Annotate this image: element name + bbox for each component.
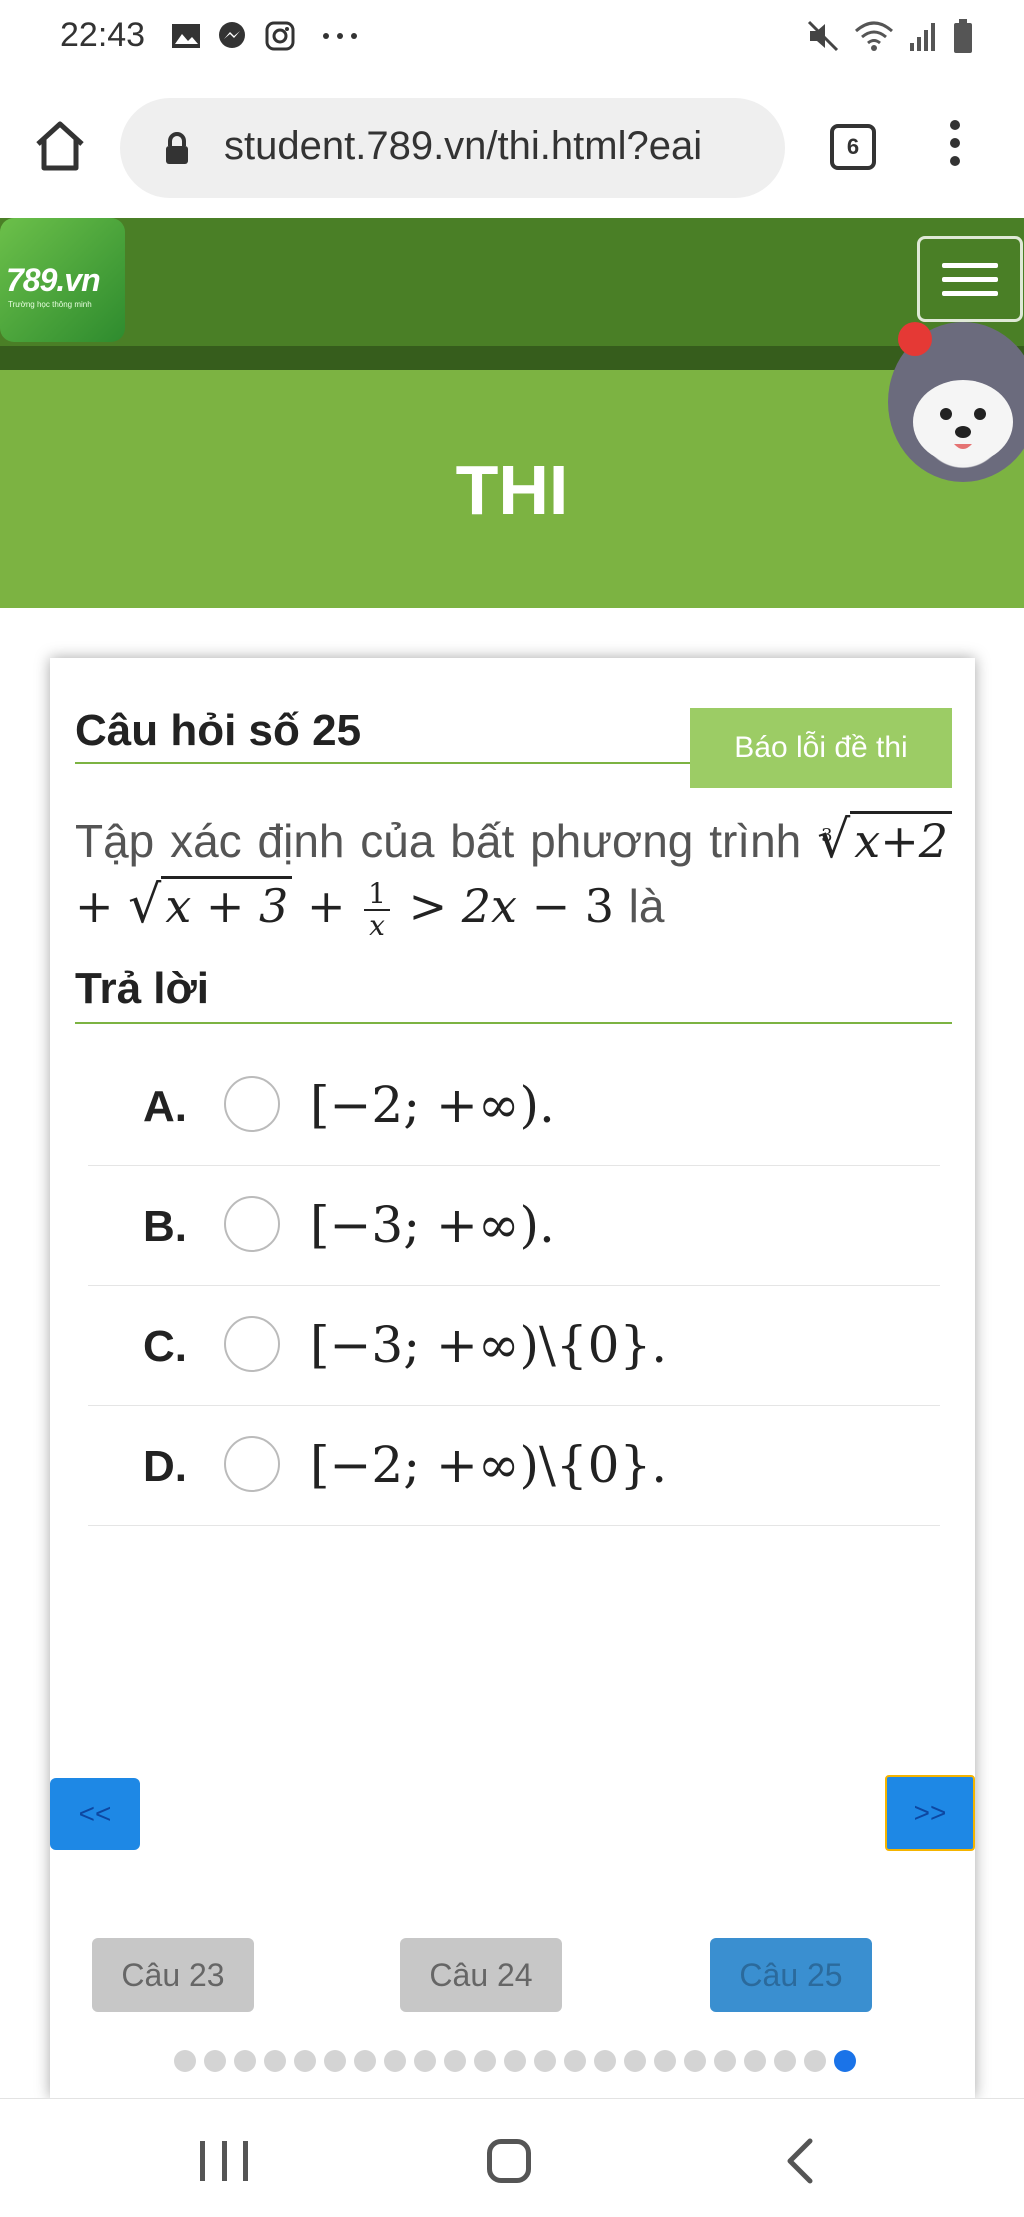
carousel-dot[interactable]: [444, 2050, 466, 2072]
question-chip-25[interactable]: Câu 25: [710, 1938, 872, 2012]
messenger-icon: [219, 22, 245, 48]
carousel-dot[interactable]: [684, 2050, 706, 2072]
title-divider: [75, 762, 715, 764]
next-question-button[interactable]: >>: [885, 1775, 975, 1851]
carousel-dot[interactable]: [654, 2050, 676, 2072]
option-letter: D.: [143, 1442, 187, 1491]
question-number: Câu hỏi số 25: [75, 706, 362, 755]
question-suffix: là: [628, 880, 665, 932]
image-icon: [172, 24, 200, 48]
carousel-dot[interactable]: [294, 2050, 316, 2072]
system-nav-bar: [0, 2098, 1024, 2217]
carousel-dot[interactable]: [624, 2050, 646, 2072]
question-card: Câu hỏi số 25 Báo lỗi đề thi Tập xác địn…: [50, 658, 975, 2098]
carousel-dot[interactable]: [504, 2050, 526, 2072]
site-logo[interactable]: 789.vn Trường học thông minh: [0, 218, 125, 342]
option-letter: B.: [143, 1202, 187, 1251]
url-text: student.789.vn/thi.html?eai: [224, 124, 703, 168]
carousel-dot[interactable]: [204, 2050, 226, 2072]
more-dots-icon: [323, 33, 357, 39]
answer-heading: Trả lời: [75, 964, 209, 1013]
carousel-dot[interactable]: [384, 2050, 406, 2072]
option-c[interactable]: C. [−3; +∞)\{0}.: [88, 1286, 940, 1406]
carousel-dot[interactable]: [564, 2050, 586, 2072]
option-text: [−3; +∞).: [310, 1196, 555, 1254]
mute-icon: [807, 20, 839, 52]
home-button[interactable]: [32, 118, 88, 174]
option-c-radio[interactable]: [224, 1316, 280, 1372]
carousel-dot[interactable]: [324, 2050, 346, 2072]
option-text: [−2; +∞).: [310, 1076, 555, 1134]
option-b[interactable]: B. [−3; +∞).: [88, 1166, 940, 1286]
option-a-radio[interactable]: [224, 1076, 280, 1132]
carousel-dot[interactable]: [834, 2050, 856, 2072]
question-chip-24[interactable]: Câu 24: [400, 1938, 562, 2012]
page-banner: THI: [0, 370, 1024, 608]
carousel-dot[interactable]: [234, 2050, 256, 2072]
site-header: [0, 218, 1024, 346]
page-title: THI: [455, 451, 569, 529]
option-d[interactable]: D. [−2; +∞)\{0}.: [88, 1406, 940, 1526]
logo-text: 789.vn: [6, 262, 101, 298]
report-error-button[interactable]: Báo lỗi đề thi: [690, 708, 952, 788]
recents-button[interactable]: [200, 2141, 248, 2181]
header-stripe: [0, 346, 1024, 370]
question-chip-23[interactable]: Câu 23: [92, 1938, 254, 2012]
status-time: 22:43: [60, 16, 146, 54]
hamburger-menu-button[interactable]: [917, 236, 1023, 322]
carousel-dot[interactable]: [744, 2050, 766, 2072]
carousel-dot[interactable]: [714, 2050, 736, 2072]
back-button[interactable]: [780, 2137, 820, 2185]
browser-menu-button[interactable]: [940, 116, 970, 176]
instagram-icon: [265, 21, 295, 51]
tabs-button[interactable]: 6: [830, 124, 876, 170]
option-letter: A.: [143, 1082, 187, 1131]
option-text: [−3; +∞)\{0}.: [310, 1316, 668, 1374]
browser-bar: student.789.vn/thi.html?eai 6: [0, 78, 1024, 218]
option-a[interactable]: A. [−2; +∞).: [88, 1046, 940, 1166]
wifi-icon: [855, 21, 893, 51]
carousel-dot[interactable]: [414, 2050, 436, 2072]
system-home-button[interactable]: [487, 2139, 531, 2183]
battery-icon: [954, 19, 972, 53]
url-bar[interactable]: student.789.vn/thi.html?eai: [120, 98, 785, 198]
carousel-dot[interactable]: [174, 2050, 196, 2072]
signal-icon: [910, 23, 935, 51]
question-prefix: Tập xác định của bất phương trình: [75, 815, 802, 867]
previous-question-button[interactable]: <<: [50, 1778, 140, 1850]
question-text: Tập xác định của bất phương trình 3 √x+2 …: [75, 808, 953, 941]
lock-icon: [166, 132, 188, 164]
option-d-radio[interactable]: [224, 1436, 280, 1492]
notification-badge: [898, 322, 932, 356]
carousel-dots: [174, 2050, 856, 2072]
logo-subtext: Trường học thông minh: [8, 300, 92, 309]
carousel-dot[interactable]: [534, 2050, 556, 2072]
option-text: [−2; +∞)\{0}.: [310, 1436, 668, 1494]
answer-divider: [75, 1022, 952, 1024]
carousel-dot[interactable]: [774, 2050, 796, 2072]
carousel-dot[interactable]: [594, 2050, 616, 2072]
option-b-radio[interactable]: [224, 1196, 280, 1252]
carousel-dot[interactable]: [264, 2050, 286, 2072]
carousel-dot[interactable]: [354, 2050, 376, 2072]
status-bar: 22:43: [0, 0, 1024, 78]
carousel-dot[interactable]: [804, 2050, 826, 2072]
option-letter: C.: [143, 1322, 187, 1371]
carousel-dot[interactable]: [474, 2050, 496, 2072]
